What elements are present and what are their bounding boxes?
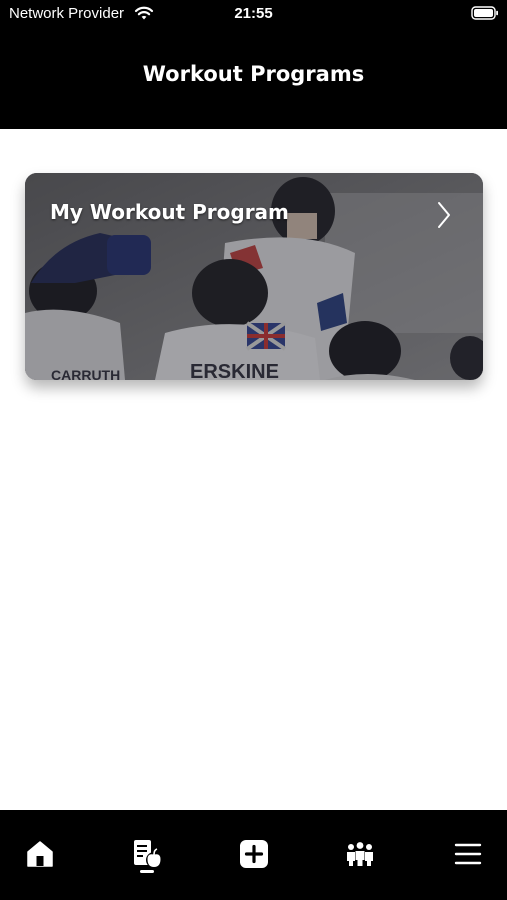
team-icon	[347, 842, 373, 866]
nutrition-workout-icon	[134, 840, 162, 868]
tab-team[interactable]	[338, 832, 382, 876]
tab-add[interactable]	[232, 832, 276, 876]
bottom-tab-bar	[0, 810, 507, 900]
add-square-icon	[240, 840, 268, 868]
status-bar: Network Provider 21:55	[0, 0, 507, 28]
tab-menu[interactable]	[446, 832, 490, 876]
program-card-title: My Workout Program	[50, 200, 289, 224]
chevron-right-icon	[438, 202, 450, 228]
page-title: Workout Programs	[142, 62, 365, 86]
tab-home[interactable]	[18, 832, 62, 876]
status-time: 21:55	[234, 5, 273, 22]
active-tab-indicator	[140, 870, 154, 873]
home-icon	[27, 841, 53, 867]
program-card-my-workout-program[interactable]: ERSKINE CARRUTH My Workout Program	[25, 173, 483, 380]
app-header: Network Provider 21:55 Workout Programs	[0, 0, 507, 129]
battery-icon	[471, 6, 498, 20]
menu-icon	[454, 843, 482, 865]
